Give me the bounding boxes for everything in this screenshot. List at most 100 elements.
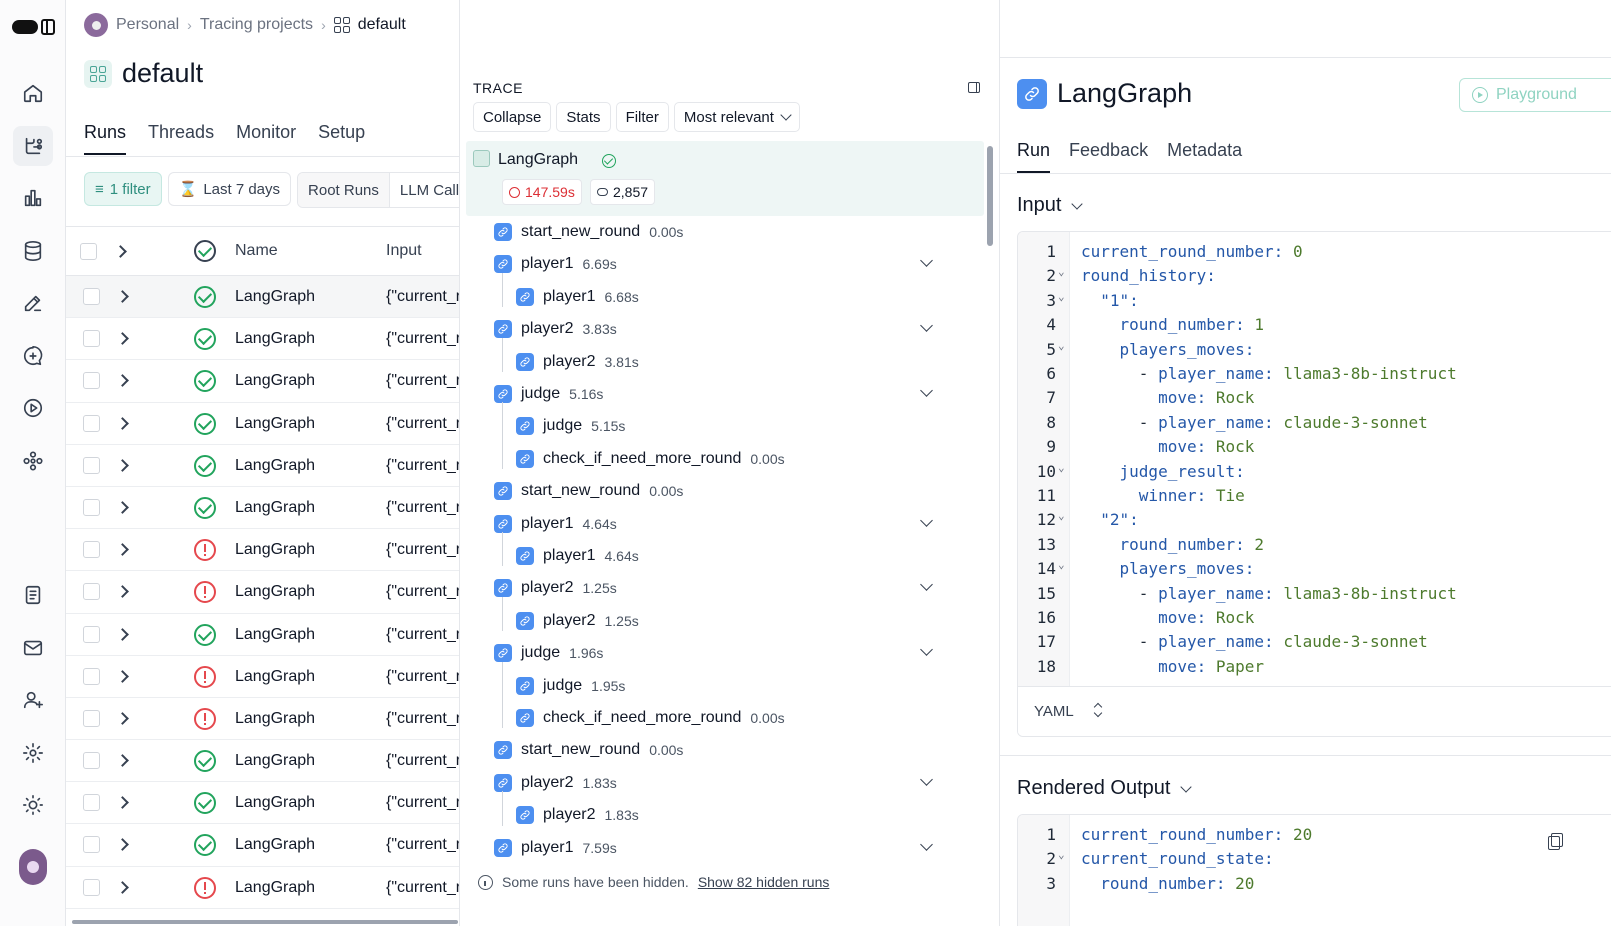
prompts-icon[interactable] xyxy=(13,336,53,376)
monitor-icon[interactable] xyxy=(13,178,53,218)
trace-node[interactable]: player1 6.69s xyxy=(494,252,960,276)
tracing-projects-icon[interactable] xyxy=(13,126,53,166)
table-row[interactable]: LangGraph {"current_round_number": 0 xyxy=(66,614,459,656)
up-down-chevron-icon[interactable] xyxy=(1094,701,1102,719)
fold-chevron-icon[interactable]: ⌄ xyxy=(1058,558,1065,571)
fold-chevron-icon[interactable]: ⌄ xyxy=(1058,848,1065,861)
tab-runs[interactable]: Runs xyxy=(84,122,127,155)
tab-threads[interactable]: Threads xyxy=(148,122,214,155)
row-expand-chevron-icon[interactable] xyxy=(116,543,129,556)
breadcrumb-section[interactable]: Tracing projects xyxy=(200,16,313,34)
table-row[interactable]: LangGraph {"current_round_number": 0 xyxy=(66,403,459,445)
table-row[interactable]: LangGraph {"current_round_number": 0 xyxy=(66,656,459,698)
tab-setup[interactable]: Setup xyxy=(318,122,365,155)
chevron-down-icon[interactable] xyxy=(920,384,933,397)
tab-monitor[interactable]: Monitor xyxy=(236,122,296,155)
trace-node[interactable]: judge 5.15s xyxy=(516,414,960,438)
trace-node[interactable]: judge 1.96s xyxy=(494,641,960,665)
row-checkbox[interactable] xyxy=(83,794,100,812)
column-name[interactable]: Name xyxy=(235,242,278,260)
row-expand-chevron-icon[interactable] xyxy=(116,501,129,514)
table-row[interactable]: LangGraph {"current_round_number": 0 xyxy=(66,571,459,614)
row-checkbox[interactable] xyxy=(83,372,100,390)
trace-node[interactable]: check_if_need_more_round 0.00s xyxy=(516,706,960,730)
row-checkbox[interactable] xyxy=(83,456,100,474)
table-row[interactable]: LangGraph {"current_round_number": 0 xyxy=(66,529,459,572)
row-expand-chevron-icon[interactable] xyxy=(116,669,129,683)
playground-button[interactable]: Playground xyxy=(1459,78,1611,112)
trace-node[interactable]: player1 6.68s xyxy=(516,285,960,309)
trace-node[interactable]: start_new_round 0.00s xyxy=(494,220,960,244)
trace-scrollbar[interactable] xyxy=(987,146,993,246)
trace-node[interactable]: check_if_need_more_round 0.00s xyxy=(516,447,960,471)
stats-button[interactable]: Stats xyxy=(556,102,611,132)
root-runs-toggle[interactable]: Root Runs xyxy=(298,173,389,207)
row-expand-chevron-icon[interactable] xyxy=(116,838,129,852)
trace-root-run[interactable]: LangGraph 147.59s 2,857 xyxy=(466,141,984,216)
annotation-icon[interactable] xyxy=(13,283,53,323)
fold-chevron-icon[interactable]: ⌄ xyxy=(1058,509,1065,522)
date-range-chip[interactable]: ⌛ Last 7 days xyxy=(167,172,292,206)
row-expand-chevron-icon[interactable] xyxy=(116,374,129,388)
fold-chevron-icon[interactable]: ⌄ xyxy=(1058,290,1065,303)
column-input[interactable]: Input xyxy=(386,242,422,260)
settings-gear-icon[interactable] xyxy=(13,733,53,773)
format-select[interactable]: YAML xyxy=(1034,703,1074,720)
row-checkbox[interactable] xyxy=(83,878,100,896)
filter-chip[interactable]: ≡ 1 filter xyxy=(84,172,162,206)
row-checkbox[interactable] xyxy=(83,836,100,854)
trace-node[interactable]: player2 1.25s xyxy=(516,609,960,633)
fold-chevron-icon[interactable]: ⌄ xyxy=(1058,339,1065,352)
langsmith-logo[interactable] xyxy=(12,16,58,38)
row-expand-chevron-icon[interactable] xyxy=(116,290,129,303)
table-row[interactable]: LangGraph {"current_round_number": 0 xyxy=(66,698,459,741)
row-expand-chevron-icon[interactable] xyxy=(116,627,129,641)
chevron-down-icon[interactable] xyxy=(920,837,933,851)
row-expand-chevron-icon[interactable] xyxy=(116,712,129,725)
home-icon[interactable] xyxy=(13,73,53,113)
chevron-down-icon[interactable] xyxy=(920,772,933,786)
tab-run[interactable]: Run xyxy=(1017,140,1051,173)
table-row[interactable]: LangGraph {"current_round_number": 0 xyxy=(66,445,459,487)
sort-select[interactable]: Most relevant xyxy=(673,102,800,132)
playground-icon[interactable] xyxy=(13,388,53,428)
row-checkbox[interactable] xyxy=(83,541,100,559)
row-expand-chevron-icon[interactable] xyxy=(116,585,129,599)
collapse-button[interactable]: Collapse xyxy=(473,102,552,132)
filter-button[interactable]: Filter xyxy=(615,102,669,132)
output-section-header[interactable]: Rendered Output xyxy=(1017,777,1193,800)
table-row[interactable]: LangGraph {"current_round_number": 0 xyxy=(66,824,459,867)
input-section-header[interactable]: Input xyxy=(1017,194,1084,217)
table-row[interactable]: LangGraph {"current_round_number": 0 xyxy=(66,318,459,361)
docs-icon[interactable] xyxy=(13,575,53,615)
table-row[interactable]: LangGraph {"current_round_number": 0 xyxy=(66,487,459,530)
row-expand-chevron-icon[interactable] xyxy=(116,332,129,346)
tab-feedback[interactable]: Feedback xyxy=(1069,140,1148,173)
llm-calls-toggle[interactable]: LLM Calls xyxy=(388,173,459,207)
trace-node[interactable]: judge 5.16s xyxy=(494,382,960,406)
row-checkbox[interactable] xyxy=(83,330,100,348)
breadcrumb-org[interactable]: Personal xyxy=(116,16,179,34)
chevron-down-icon[interactable] xyxy=(920,578,933,592)
trace-node[interactable]: player2 3.83s xyxy=(494,317,960,341)
trace-node[interactable]: start_new_round 0.00s xyxy=(494,738,960,762)
tab-metadata[interactable]: Metadata xyxy=(1167,140,1242,173)
row-checkbox[interactable] xyxy=(83,752,100,770)
trace-node[interactable]: player2 1.25s xyxy=(494,576,960,600)
theme-sun-icon[interactable] xyxy=(13,785,53,825)
row-checkbox[interactable] xyxy=(83,709,100,727)
trace-node[interactable]: judge 1.95s xyxy=(516,674,960,698)
select-all-checkbox[interactable] xyxy=(80,243,97,260)
chevron-down-icon[interactable] xyxy=(920,513,933,527)
sidebar-toggle-icon[interactable] xyxy=(41,19,55,35)
trace-node[interactable]: start_new_round 0.00s xyxy=(494,479,960,503)
trace-node[interactable]: player2 1.83s xyxy=(516,803,960,827)
chevron-down-icon[interactable] xyxy=(920,319,933,333)
row-checkbox[interactable] xyxy=(83,625,100,643)
deployments-icon[interactable] xyxy=(13,441,53,481)
row-expand-chevron-icon[interactable] xyxy=(116,880,129,894)
trace-node[interactable]: player1 4.64s xyxy=(494,512,960,536)
row-checkbox[interactable] xyxy=(83,288,100,305)
expand-all-chevron-icon[interactable] xyxy=(114,245,127,258)
mail-icon[interactable] xyxy=(13,628,53,668)
